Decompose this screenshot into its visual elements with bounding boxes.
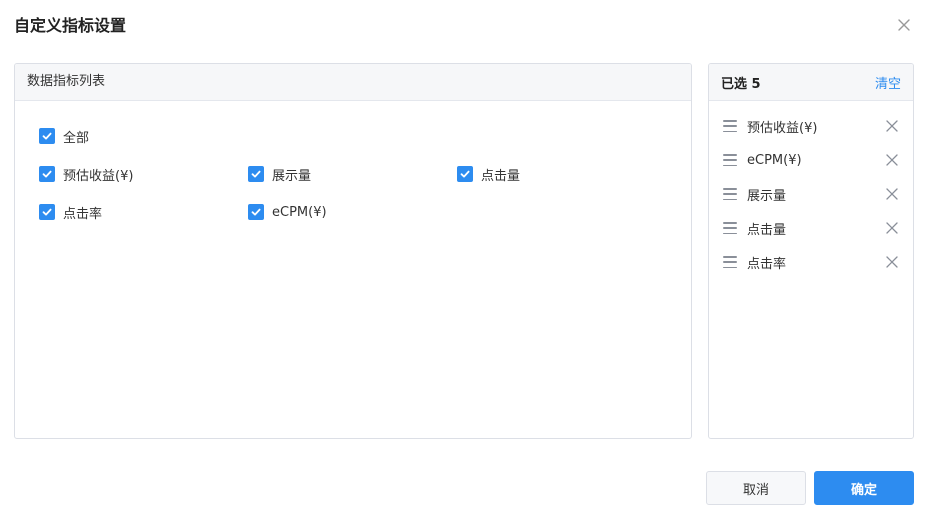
clear-all-link[interactable]: 清空 bbox=[875, 73, 901, 92]
drag-handle-icon[interactable] bbox=[723, 188, 737, 200]
metric-list-panel: 数据指标列表 全部 预估收益(¥) 展示量 点击量 点击率 eCPM(¥) bbox=[14, 63, 692, 439]
selected-item-label: 点击量 bbox=[747, 222, 787, 238]
checkbox-label: 全部 bbox=[63, 130, 90, 146]
selected-item-label: 点击率 bbox=[747, 256, 787, 272]
checkbox-label: eCPM(¥) bbox=[272, 204, 327, 220]
metric-list-header: 数据指标列表 bbox=[15, 64, 691, 101]
drag-handle-icon[interactable] bbox=[723, 256, 737, 268]
checkbox-checked-icon bbox=[457, 166, 473, 182]
selected-item-label: eCPM(¥) bbox=[747, 152, 802, 168]
checkbox-checked-icon bbox=[248, 166, 264, 182]
remove-icon[interactable] bbox=[885, 153, 899, 167]
selected-item-label: 展示量 bbox=[747, 188, 787, 204]
drag-handle-icon[interactable] bbox=[723, 222, 737, 234]
selected-header: 已选 5 清空 bbox=[709, 64, 913, 101]
checkbox-label: 预估收益(¥) bbox=[63, 168, 134, 184]
drag-handle-icon[interactable] bbox=[723, 154, 737, 166]
dialog-title: 自定义指标设置 bbox=[14, 16, 127, 35]
checkbox-checked-icon bbox=[248, 204, 264, 220]
checkbox-label: 展示量 bbox=[272, 168, 312, 184]
selected-metrics-panel: 已选 5 清空 预估收益(¥) eCPM(¥) 展示量 点击量 点击率 bbox=[708, 63, 914, 439]
selected-item: 点击量 bbox=[709, 211, 913, 245]
checkbox-label: 点击率 bbox=[63, 206, 103, 222]
remove-icon[interactable] bbox=[885, 255, 899, 269]
confirm-button[interactable]: 确定 bbox=[814, 471, 914, 505]
remove-icon[interactable] bbox=[885, 119, 899, 133]
selected-list: 预估收益(¥) eCPM(¥) 展示量 点击量 点击率 bbox=[709, 101, 913, 279]
selected-item: 展示量 bbox=[709, 177, 913, 211]
close-icon[interactable] bbox=[894, 15, 914, 35]
checkbox-impressions[interactable]: 展示量 bbox=[248, 165, 312, 184]
checkbox-ecpm[interactable]: eCPM(¥) bbox=[248, 203, 327, 221]
checkbox-estimated-revenue[interactable]: 预估收益(¥) bbox=[39, 165, 134, 184]
remove-icon[interactable] bbox=[885, 221, 899, 235]
selected-item: 点击率 bbox=[709, 245, 913, 279]
selected-count: 已选 5 bbox=[721, 76, 761, 92]
checkbox-select-all[interactable]: 全部 bbox=[39, 127, 90, 146]
selected-item: eCPM(¥) bbox=[709, 143, 913, 177]
checkbox-checked-icon bbox=[39, 166, 55, 182]
custom-metrics-dialog: 自定义指标设置 数据指标列表 全部 预估收益(¥) 展示量 点击量 点击率 eC… bbox=[0, 0, 936, 526]
checkbox-ctr[interactable]: 点击率 bbox=[39, 203, 103, 222]
checkbox-clicks[interactable]: 点击量 bbox=[457, 165, 521, 184]
remove-icon[interactable] bbox=[885, 187, 899, 201]
selected-item-label: 预估收益(¥) bbox=[747, 120, 818, 136]
drag-handle-icon[interactable] bbox=[723, 120, 737, 132]
cancel-button[interactable]: 取消 bbox=[706, 471, 806, 505]
checkbox-checked-icon bbox=[39, 204, 55, 220]
checkbox-checked-icon bbox=[39, 128, 55, 144]
selected-item: 预估收益(¥) bbox=[709, 109, 913, 143]
checkbox-label: 点击量 bbox=[481, 168, 521, 184]
